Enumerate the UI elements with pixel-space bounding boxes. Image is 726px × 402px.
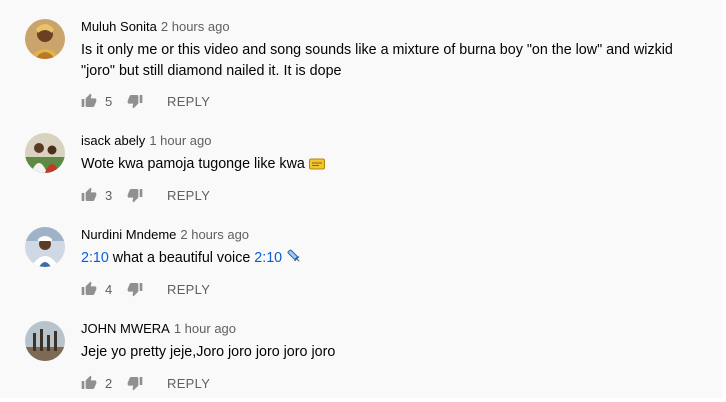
author-line: Nurdini Mndeme 2 hours ago [81, 227, 249, 243]
dislike-icon[interactable] [127, 375, 143, 391]
comment-time[interactable]: 1 hour ago [149, 133, 211, 148]
comment-toolbar: 4 REPLY [81, 279, 210, 299]
comment-time[interactable]: 1 hour ago [174, 321, 236, 336]
like-count: 4 [105, 281, 113, 297]
window-edge [722, 0, 726, 402]
comment-text-line: Is it only me or this video and song sou… [81, 42, 673, 58]
timestamp-link[interactable]: 2:10 [254, 250, 282, 266]
comment-toolbar: 5 REPLY [81, 91, 210, 111]
author-line: JOHN MWERA 1 hour ago [81, 321, 236, 337]
like-count: 3 [105, 187, 113, 203]
author-name[interactable]: JOHN MWERA [81, 321, 170, 336]
comment-time[interactable]: 2 hours ago [161, 19, 230, 34]
comment-text-body: Jeje yo pretty jeje,Joro joro joro joro … [81, 344, 336, 360]
ticket-emoji-icon [308, 156, 325, 177]
reply-button[interactable]: REPLY [167, 188, 210, 203]
comment-toolbar: 2 REPLY [81, 373, 210, 393]
reply-button[interactable]: REPLY [167, 282, 210, 297]
like-icon[interactable] [81, 187, 97, 203]
comment-text: Wote kwa pamoja tugonge like kwa [81, 154, 701, 177]
comments-section: Muluh Sonita 2 hours ago Is it only me or… [0, 0, 726, 402]
dislike-icon[interactable] [127, 93, 143, 109]
syringe-emoji-icon [286, 248, 302, 271]
window-edge [0, 398, 726, 402]
comment-text: Jeje yo pretty jeje,Joro joro joro joro … [81, 342, 701, 363]
dislike-icon[interactable] [127, 187, 143, 203]
comment-toolbar: 3 REPLY [81, 185, 210, 205]
like-icon[interactable] [81, 93, 97, 109]
reply-button[interactable]: REPLY [167, 376, 210, 391]
like-icon[interactable] [81, 281, 97, 297]
dislike-icon[interactable] [127, 281, 143, 297]
avatar[interactable] [25, 227, 65, 267]
avatar[interactable] [25, 133, 65, 173]
author-line: isack abely 1 hour ago [81, 133, 211, 149]
comment-text-body: what a beautiful voice [108, 250, 255, 266]
like-count: 2 [105, 375, 113, 391]
comment-time[interactable]: 2 hours ago [180, 227, 249, 242]
author-name[interactable]: isack abely [81, 133, 145, 148]
like-icon[interactable] [81, 375, 97, 391]
comment-text-body: Wote kwa pamoja tugonge like kwa [81, 156, 305, 172]
comment-text: 2:10 what a beautiful voice 2:10 [81, 248, 701, 271]
avatar[interactable] [25, 19, 65, 59]
author-line: Muluh Sonita 2 hours ago [81, 19, 230, 35]
avatar[interactable] [25, 321, 65, 361]
timestamp-link[interactable]: 2:10 [81, 250, 109, 266]
like-count: 5 [105, 93, 113, 109]
comment-text-line: "joro" but still diamond nailed it. It i… [81, 63, 342, 79]
author-name[interactable]: Muluh Sonita [81, 19, 157, 34]
comment-text: Is it only me or this video and song sou… [81, 40, 701, 82]
reply-button[interactable]: REPLY [167, 94, 210, 109]
author-name[interactable]: Nurdini Mndeme [81, 227, 176, 242]
